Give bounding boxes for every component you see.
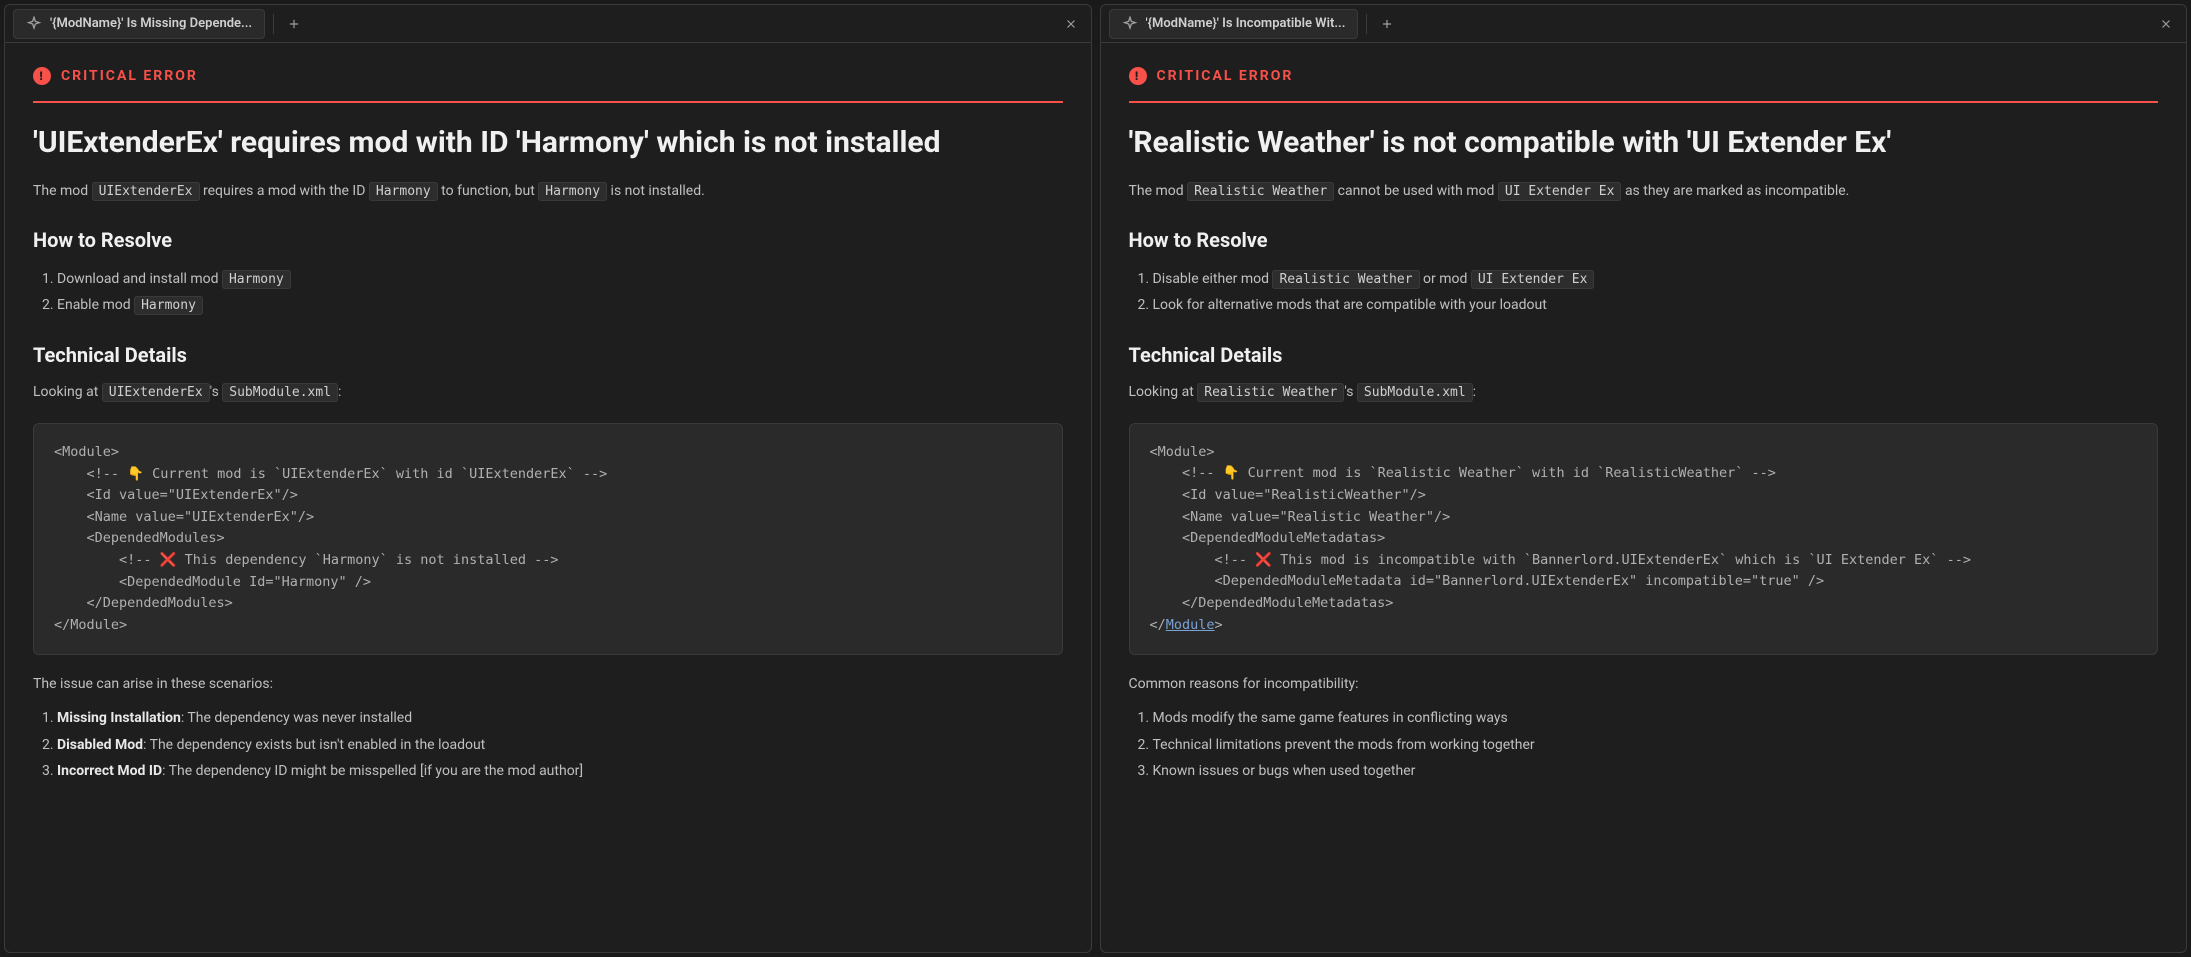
list-item: Missing Installation: The dependency was… <box>57 705 1063 732</box>
badge-text: CRITICAL ERROR <box>1157 68 1294 84</box>
list-item: Look for alternative mods that are compa… <box>1153 292 2159 319</box>
error-summary: The mod UIExtenderEx requires a mod with… <box>33 180 1063 204</box>
reasons-intro: Common reasons for incompatibility: <box>1129 673 2159 697</box>
tech-lookup: Looking at Realistic Weather's SubModule… <box>1129 381 2159 405</box>
code-block[interactable]: <Module> <!-- 👇 Current mod is `UIExtend… <box>33 423 1063 655</box>
xml-code: <Module> <!-- 👇 Current mod is `UIExtend… <box>54 444 607 633</box>
pane-content: ! CRITICAL ERROR 'Realistic Weather' is … <box>1101 43 2187 817</box>
close-pane-button[interactable] <box>2154 12 2178 36</box>
tab-bar: '{ModName}' Is Incompatible Wit... <box>1101 5 2187 43</box>
mod-code: Realistic Weather <box>1272 270 1419 289</box>
tab-active[interactable]: '{ModName}' Is Incompatible Wit... <box>1109 9 1359 39</box>
tech-lookup: Looking at UIExtenderEx's SubModule.xml: <box>33 381 1063 405</box>
tab-divider <box>273 14 274 34</box>
list-item: Disable either mod Realistic Weather or … <box>1153 266 2159 293</box>
mod-code: UIExtenderEx <box>102 383 210 402</box>
error-pane-right: '{ModName}' Is Incompatible Wit... ! CRI… <box>1100 4 2188 953</box>
list-item: Technical limitations prevent the mods f… <box>1153 732 2159 759</box>
new-tab-button[interactable] <box>282 12 306 36</box>
tab-title: '{ModName}' Is Incompatible Wit... <box>1146 16 1346 31</box>
error-heading: 'Realistic Weather' is not compatible wi… <box>1129 123 2159 162</box>
close-icon <box>2159 17 2173 31</box>
list-item: Enable mod Harmony <box>57 292 1063 319</box>
tech-heading: Technical Details <box>1129 343 2159 367</box>
xml-code: <Module> <!-- 👇 Current mod is `Realisti… <box>1150 444 1971 633</box>
error-badge: ! CRITICAL ERROR <box>1129 67 2159 103</box>
plus-icon <box>1380 17 1394 31</box>
new-tab-button[interactable] <box>1375 12 1399 36</box>
tab-active[interactable]: '{ModName}' Is Missing Depende... <box>13 9 265 39</box>
resolve-list: Disable either mod Realistic Weather or … <box>1129 266 2159 319</box>
error-icon: ! <box>33 67 51 85</box>
list-item: Download and install mod Harmony <box>57 266 1063 293</box>
file-code: SubModule.xml <box>1357 383 1473 402</box>
code-link[interactable]: Module <box>1166 617 1215 633</box>
error-summary: The mod Realistic Weather cannot be used… <box>1129 180 2159 204</box>
mod-code: Harmony <box>538 182 607 201</box>
tab-bar: '{ModName}' Is Missing Depende... <box>5 5 1091 43</box>
resolve-heading: How to Resolve <box>33 228 1063 252</box>
list-item: Known issues or bugs when used together <box>1153 758 2159 785</box>
mod-code: Realistic Weather <box>1197 383 1344 402</box>
mod-code: UI Extender Ex <box>1471 270 1595 289</box>
plus-icon <box>287 17 301 31</box>
pane-content: ! CRITICAL ERROR 'UIExtenderEx' requires… <box>5 43 1091 817</box>
mod-code: Harmony <box>222 270 291 289</box>
scenario-intro: The issue can arise in these scenarios: <box>33 673 1063 697</box>
badge-text: CRITICAL ERROR <box>61 68 198 84</box>
list-item: Mods modify the same game features in co… <box>1153 705 2159 732</box>
sparkle-icon <box>26 16 42 32</box>
list-item: Disabled Mod: The dependency exists but … <box>57 732 1063 759</box>
error-badge: ! CRITICAL ERROR <box>33 67 1063 103</box>
mod-code: Realistic Weather <box>1187 182 1334 201</box>
error-pane-left: '{ModName}' Is Missing Depende... ! CRIT… <box>4 4 1092 953</box>
mod-code: Harmony <box>134 296 203 315</box>
reasons-list: Mods modify the same game features in co… <box>1129 705 2159 785</box>
tab-divider <box>1366 14 1367 34</box>
mod-code: UI Extender Ex <box>1498 182 1622 201</box>
sparkle-icon <box>1122 16 1138 32</box>
mod-code: Harmony <box>369 182 438 201</box>
tab-title: '{ModName}' Is Missing Depende... <box>50 16 252 31</box>
code-block[interactable]: <Module> <!-- 👇 Current mod is `Realisti… <box>1129 423 2159 655</box>
tech-heading: Technical Details <box>33 343 1063 367</box>
close-pane-button[interactable] <box>1059 12 1083 36</box>
list-item: Incorrect Mod ID: The dependency ID migh… <box>57 758 1063 785</box>
scenario-list: Missing Installation: The dependency was… <box>33 705 1063 785</box>
resolve-list: Download and install mod Harmony Enable … <box>33 266 1063 319</box>
error-icon: ! <box>1129 67 1147 85</box>
close-icon <box>1064 17 1078 31</box>
resolve-heading: How to Resolve <box>1129 228 2159 252</box>
file-code: SubModule.xml <box>222 383 338 402</box>
error-heading: 'UIExtenderEx' requires mod with ID 'Har… <box>33 123 1063 162</box>
mod-code: UIExtenderEx <box>92 182 200 201</box>
